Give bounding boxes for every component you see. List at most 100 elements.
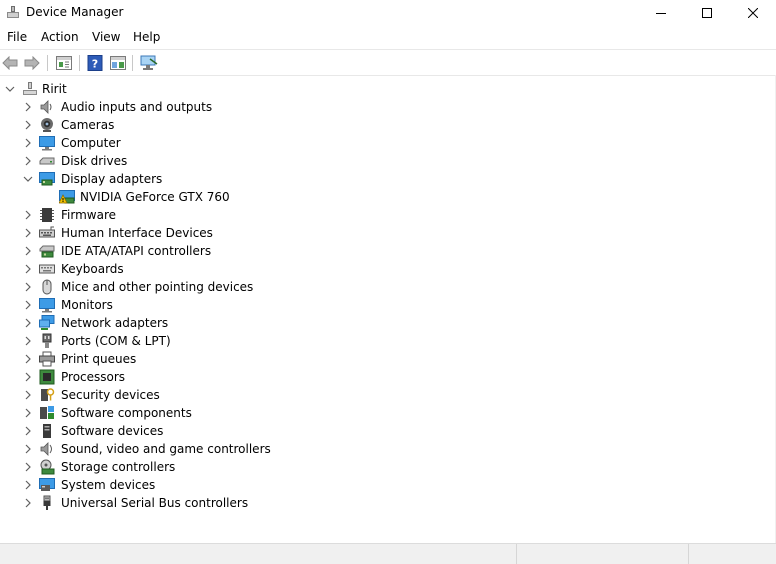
menu-help[interactable]: Help: [133, 30, 160, 44]
tree-item-label: Universal Serial Bus controllers: [61, 496, 249, 510]
tree-item-firmware[interactable]: Firmware: [22, 206, 116, 224]
processor-icon: [39, 369, 55, 385]
menu-action[interactable]: Action: [41, 30, 79, 44]
menu-divider: [0, 49, 776, 50]
chevron-right-icon[interactable]: [22, 389, 34, 401]
sound-controller-icon: [39, 441, 55, 457]
computer-root-icon: [22, 81, 38, 97]
tree-item-label: Keyboards: [61, 262, 124, 276]
ide-controller-icon: [39, 243, 55, 259]
status-divider: [688, 544, 689, 564]
chevron-right-icon[interactable]: [22, 497, 34, 509]
display-adapter-icon: [39, 171, 55, 187]
chevron-right-icon[interactable]: [22, 227, 34, 239]
chevron-right-icon[interactable]: [22, 299, 34, 311]
menu-view[interactable]: View: [92, 30, 120, 44]
tree-item-software-components[interactable]: Software components: [22, 404, 192, 422]
maximize-icon: [702, 8, 712, 18]
chevron-down-icon[interactable]: [4, 83, 16, 95]
tree-item-label: Software components: [61, 406, 192, 420]
chevron-right-icon[interactable]: [22, 425, 34, 437]
tree-item-ports[interactable]: Ports (COM & LPT): [22, 332, 171, 350]
properties-pane-button[interactable]: [55, 54, 73, 72]
close-button[interactable]: [730, 0, 776, 26]
toolbar: ?: [0, 51, 776, 75]
scan-hardware-button[interactable]: [140, 54, 158, 72]
back-button[interactable]: [1, 54, 19, 72]
chevron-right-icon[interactable]: [22, 461, 34, 473]
back-arrow-icon: [2, 56, 18, 70]
tree-item-label: IDE ATA/ATAPI controllers: [61, 244, 212, 258]
tree-item-computer[interactable]: Computer: [22, 134, 121, 152]
tree-item-label: Mice and other pointing devices: [61, 280, 254, 294]
chevron-right-icon[interactable]: [22, 317, 34, 329]
chevron-right-icon[interactable]: [22, 119, 34, 131]
chevron-right-icon[interactable]: [22, 335, 34, 347]
chevron-right-icon[interactable]: [22, 353, 34, 365]
chevron-right-icon[interactable]: [22, 101, 34, 113]
port-icon: [39, 333, 55, 349]
software-component-icon: [39, 405, 55, 421]
tree-item-label: Processors: [61, 370, 126, 384]
maximize-button[interactable]: [684, 0, 730, 26]
chevron-right-icon[interactable]: [22, 209, 34, 221]
root-label: Ririt: [42, 82, 67, 96]
tree-item-label: Human Interface Devices: [61, 226, 213, 240]
tree-item-processors[interactable]: Processors: [22, 368, 125, 386]
camera-icon: [39, 117, 55, 133]
tree-item-network-adapters[interactable]: Network adapters: [22, 314, 168, 332]
tree-item-software-devices[interactable]: Software devices: [22, 422, 163, 440]
tree-item-ide[interactable]: IDE ATA/ATAPI controllers: [22, 242, 211, 260]
tree-item-label: Network adapters: [61, 316, 169, 330]
keyboard-icon: [39, 261, 55, 277]
chevron-right-icon[interactable]: [22, 155, 34, 167]
software-device-icon: [39, 423, 55, 439]
close-icon: [748, 8, 758, 18]
forward-arrow-icon: [24, 56, 40, 70]
tree-item-security-devices[interactable]: Security devices: [22, 386, 160, 404]
tree-root[interactable]: Ririt: [4, 80, 67, 98]
chevron-right-icon[interactable]: [22, 137, 34, 149]
menu-file[interactable]: File: [7, 30, 27, 44]
chevron-right-icon[interactable]: [22, 263, 34, 275]
printer-icon: [39, 351, 55, 367]
tree-item-sound-controllers[interactable]: Sound, video and game controllers: [22, 440, 271, 458]
tree-item-storage-controllers[interactable]: Storage controllers: [22, 458, 175, 476]
chevron-right-icon[interactable]: [22, 443, 34, 455]
tree-item-hid[interactable]: Human Interface Devices: [22, 224, 213, 242]
tree-item-monitors[interactable]: Monitors: [22, 296, 113, 314]
chevron-right-icon[interactable]: [22, 281, 34, 293]
tree-item-audio[interactable]: Audio inputs and outputs: [22, 98, 212, 116]
chevron-down-icon[interactable]: [22, 173, 34, 185]
chevron-right-icon[interactable]: [22, 245, 34, 257]
disk-drive-icon: [39, 153, 55, 169]
help-icon: ?: [87, 55, 103, 71]
tree-item-display-adapters[interactable]: Display adapters: [22, 170, 162, 188]
tree-item-label: Computer: [61, 136, 121, 150]
tree-item-system-devices[interactable]: System devices: [22, 476, 155, 494]
menu-bar: File Action View Help: [0, 27, 776, 49]
help-button[interactable]: ?: [86, 54, 104, 72]
toolbar-separator: [132, 55, 133, 71]
show-hide-button[interactable]: [109, 54, 127, 72]
device-nvidia-gtx-760[interactable]: NVIDIA GeForce GTX 760: [59, 188, 230, 206]
minimize-button[interactable]: [638, 0, 684, 26]
tree-item-label: Software devices: [61, 424, 164, 438]
chevron-right-icon[interactable]: [22, 407, 34, 419]
tree-item-label: Ports (COM & LPT): [61, 334, 171, 348]
chevron-right-icon[interactable]: [22, 479, 34, 491]
hid-icon: [39, 225, 55, 241]
tree-item-label: Audio inputs and outputs: [61, 100, 213, 114]
monitor-icon: [39, 297, 55, 313]
tree-item-keyboards[interactable]: Keyboards: [22, 260, 124, 278]
forward-button[interactable]: [23, 54, 41, 72]
chevron-right-icon[interactable]: [22, 371, 34, 383]
toolbar-separator: [79, 55, 80, 71]
tree-item-disk-drives[interactable]: Disk drives: [22, 152, 127, 170]
tree-item-cameras[interactable]: Cameras: [22, 116, 114, 134]
tree-item-usb-controllers[interactable]: Universal Serial Bus controllers: [22, 494, 248, 512]
system-device-icon: [39, 477, 55, 493]
tree-item-mice[interactable]: Mice and other pointing devices: [22, 278, 253, 296]
tree-item-print-queues[interactable]: Print queues: [22, 350, 136, 368]
toolbar-separator: [47, 55, 48, 71]
